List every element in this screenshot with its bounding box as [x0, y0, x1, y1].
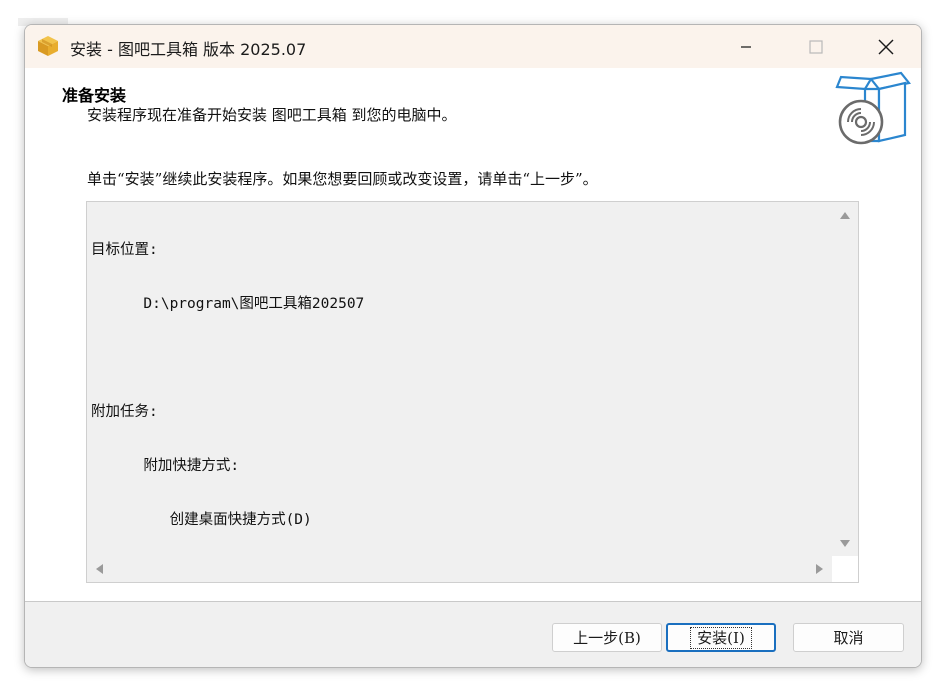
- minimize-icon: [741, 45, 751, 48]
- memo-line: D:\program\图吧工具箱202507: [91, 296, 365, 312]
- maximize-icon: [809, 39, 823, 54]
- page-subheading: 安装程序现在准备开始安装 图吧工具箱 到您的电脑中。: [87, 106, 457, 124]
- scroll-up-icon[interactable]: [840, 212, 850, 219]
- memo-text[interactable]: 目标位置: D:\program\图吧工具箱202507 附加任务: 附加快捷方…: [91, 205, 831, 555]
- memo-line: 目标位置:: [91, 242, 158, 258]
- button-bar: 上一步(B) 安装(I) 取消: [25, 602, 921, 667]
- close-button[interactable]: [855, 25, 917, 68]
- minimize-button[interactable]: [715, 25, 777, 68]
- ready-memo[interactable]: 目标位置: D:\program\图吧工具箱202507 附加任务: 附加快捷方…: [86, 201, 859, 583]
- install-button-label: 安装(I): [690, 626, 752, 649]
- scroll-left-icon[interactable]: [96, 564, 103, 574]
- vertical-scrollbar[interactable]: [832, 202, 858, 556]
- window-title: 安装 - 图吧工具箱 版本 2025.07: [70, 40, 307, 59]
- setup-disc-box-icon: [835, 71, 911, 145]
- package-box-icon: [38, 36, 58, 56]
- cancel-button[interactable]: 取消: [793, 623, 904, 652]
- memo-line: [91, 349, 831, 367]
- page-heading: 准备安装: [62, 86, 127, 105]
- memo-line: 附加快捷方式:: [91, 458, 240, 474]
- memo-line: 创建桌面快捷方式(D): [91, 512, 312, 528]
- scrollbar-arrows-h: [96, 564, 823, 574]
- close-icon: [878, 39, 894, 54]
- scrollbar-corner: [832, 556, 858, 582]
- instruction-text: 单击“安装”继续此安装程序。如果您想要回顾或改变设置，请单击“上一步”。: [87, 170, 598, 188]
- scrollbar-arrows: [840, 212, 850, 547]
- back-button[interactable]: 上一步(B): [552, 623, 662, 652]
- install-button[interactable]: 安装(I): [666, 623, 776, 652]
- horizontal-scrollbar[interactable]: [87, 556, 834, 582]
- title-bar[interactable]: 安装 - 图吧工具箱 版本 2025.07: [25, 25, 921, 68]
- scroll-right-icon[interactable]: [816, 564, 823, 574]
- scroll-down-icon[interactable]: [840, 540, 850, 547]
- installer-window: 安装 - 图吧工具箱 版本 2025.07 准备安装 安装程序现在准备开始安装 …: [24, 24, 922, 668]
- memo-line: 附加任务:: [91, 404, 158, 420]
- maximize-button[interactable]: [785, 25, 847, 68]
